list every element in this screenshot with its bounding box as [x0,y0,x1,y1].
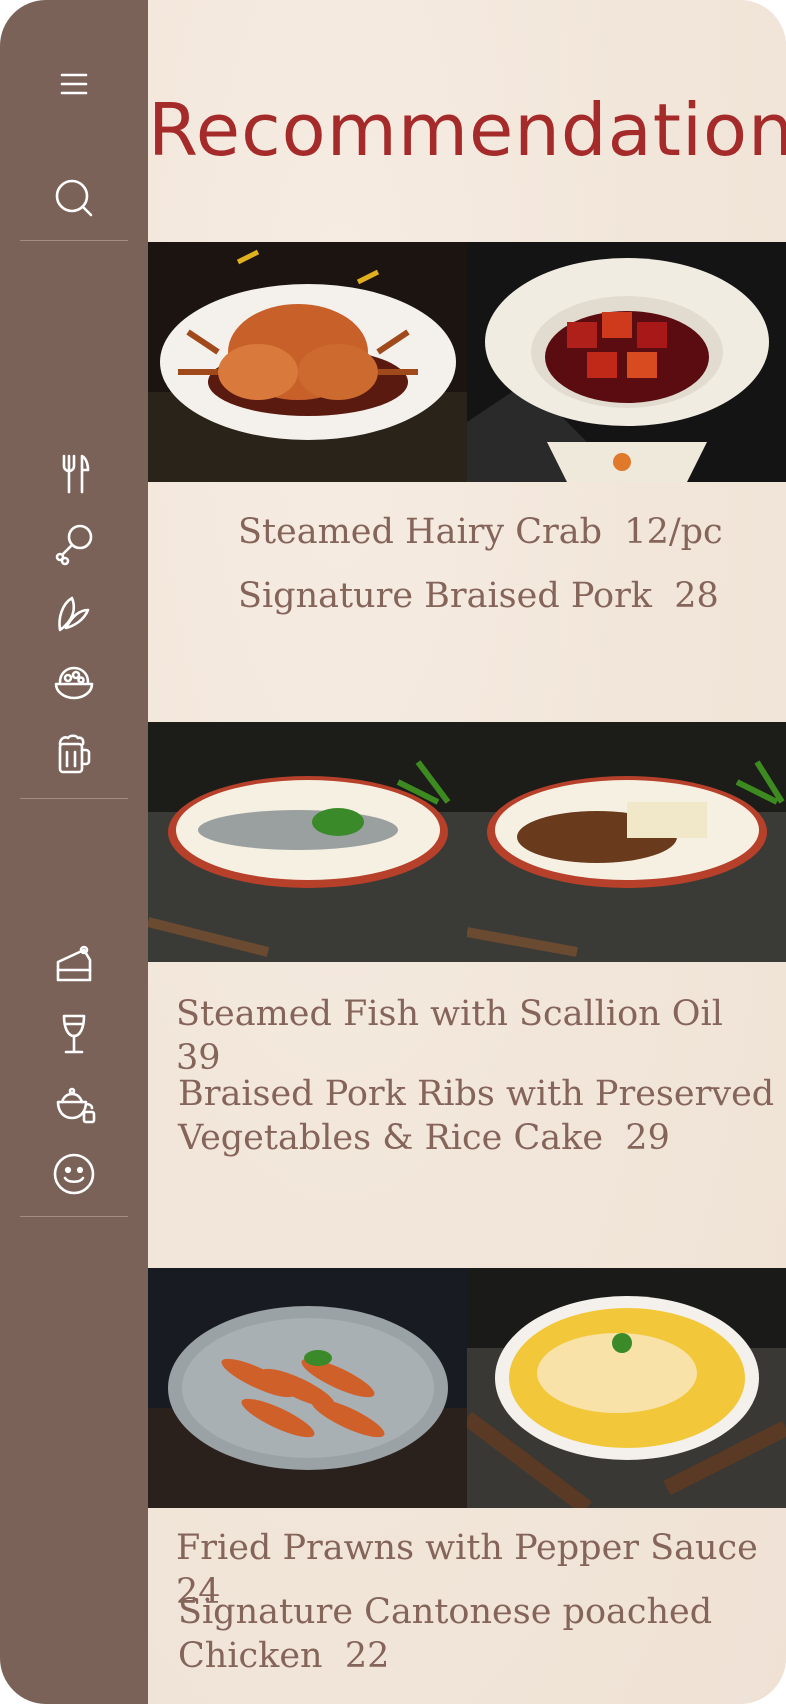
search-icon[interactable] [40,170,108,226]
dish-photo-pork-ribs[interactable] [467,722,786,962]
menu-item[interactable]: Braised Pork Ribs with Preserved Vegetab… [178,1072,774,1160]
menu-icon[interactable] [40,56,108,112]
sidebar-divider [20,798,128,799]
menu-item[interactable]: Steamed Fish with Scallion Oil 39 [176,992,786,1080]
dish-photo-poached-chicken[interactable] [467,1268,786,1508]
menu-item[interactable]: Signature Braised Pork 28 [238,574,719,618]
bowl-icon[interactable] [40,656,108,712]
sidebar-divider [20,1216,128,1217]
utensils-icon[interactable] [40,446,108,502]
dish-photo-crab[interactable] [148,242,467,482]
drumstick-icon[interactable] [40,516,108,572]
dish-photo-fried-prawns[interactable] [148,1268,467,1508]
page-title: Recommendation [148,88,786,172]
sidebar-divider [20,240,128,241]
cake-slice-icon[interactable] [40,936,108,992]
menu-section: Fried Prawns with Pepper Sauce 24 Signat… [148,1508,786,1704]
photo-row [148,1268,786,1508]
menu-section: Steamed Fish with Scallion Oil 39 Braise… [148,962,786,1268]
menu-item[interactable]: Steamed Hairy Crab 12/pc [238,510,723,554]
smiley-icon[interactable] [40,1146,108,1202]
device-frame: Recommendation Steamed Hairy Crab 12/pc … [0,0,786,1704]
beer-mug-icon[interactable] [40,726,108,782]
main-content: Recommendation Steamed Hairy Crab 12/pc … [148,0,786,1704]
wine-glass-icon[interactable] [40,1006,108,1062]
leaf-icon[interactable] [40,586,108,642]
photo-row [148,722,786,962]
dish-photo-braised-pork[interactable] [467,242,786,482]
sidebar [0,0,148,1704]
teapot-icon[interactable] [40,1076,108,1132]
menu-section: Steamed Hairy Crab 12/pc Signature Brais… [148,482,786,722]
menu-item[interactable]: Signature Cantonese poached Chicken 22 [178,1590,712,1678]
dish-photo-steamed-fish[interactable] [148,722,467,962]
photo-row [148,242,786,482]
